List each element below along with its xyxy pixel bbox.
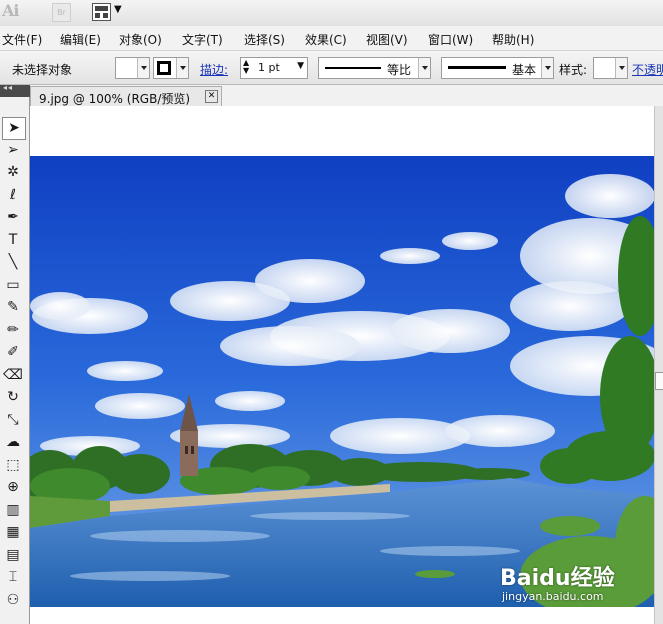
control-bar: 未选择对象 描边: ▲ ▼ 1 pt ▼ 等比 基本 样式: 不透明: [0, 51, 663, 85]
selection-status: 未选择对象: [12, 63, 73, 77]
pen-tool[interactable]: ✒: [2, 207, 24, 228]
menu-edit[interactable]: 编辑(E): [60, 31, 101, 48]
mesh-tool[interactable]: ▦: [2, 522, 24, 543]
magic-wand-tool[interactable]: ✲: [2, 162, 24, 183]
blob-brush-icon: ✐: [7, 344, 19, 360]
lasso-icon: ℓ: [10, 186, 16, 203]
menu-object[interactable]: 对象(O): [119, 31, 162, 48]
gradient-icon: ▤: [6, 546, 20, 563]
paintbrush-tool[interactable]: ✎: [2, 297, 24, 318]
bridge-button[interactable]: Br: [52, 3, 71, 22]
eraser-icon: ⌫: [3, 366, 23, 383]
stroke-swatch[interactable]: [153, 57, 189, 79]
close-icon[interactable]: ✕: [205, 90, 218, 103]
paintbrush-icon: ✎: [7, 299, 19, 315]
stroke-weight-value: 1 pt: [258, 61, 280, 74]
eraser-tool[interactable]: ⌫: [2, 365, 24, 386]
pencil-tool[interactable]: ✏: [2, 320, 24, 341]
magic-wand-icon: ✲: [7, 164, 19, 180]
gradient-tool[interactable]: ▤: [2, 545, 24, 566]
lasso-tool[interactable]: ℓ: [2, 185, 24, 206]
graph-icon: ▥: [6, 501, 20, 518]
shape-builder-icon: ⊕: [7, 479, 19, 495]
graphic-style-swatch[interactable]: [593, 57, 628, 79]
stroke-weight-field[interactable]: ▲ ▼ 1 pt ▼: [240, 57, 308, 79]
scale-tool[interactable]: ⤡: [2, 410, 24, 431]
stepper-icon[interactable]: ▲ ▼: [243, 59, 249, 75]
warp-tool[interactable]: ☁: [2, 432, 24, 453]
menu-type[interactable]: 文字(T): [182, 31, 223, 48]
brush-label: 基本: [512, 63, 537, 77]
tools-panel-header[interactable]: ◂◂: [0, 83, 30, 97]
warp-icon: ☁: [6, 434, 20, 450]
selection-tool[interactable]: ➤: [2, 117, 26, 140]
menu-bar: 文件(F) 编辑(E) 对象(O) 文字(T) 选择(S) 效果(C) 视图(V…: [0, 26, 663, 51]
rectangle-icon: ▭: [6, 276, 20, 293]
brush-definition[interactable]: 基本: [441, 57, 554, 79]
variable-width-profile[interactable]: 等比: [318, 57, 431, 79]
landscape-photo: [30, 156, 654, 607]
shape-builder-tool[interactable]: ⊕: [2, 477, 24, 498]
pencil-icon: ✏: [7, 321, 19, 338]
menu-view[interactable]: 视图(V): [366, 31, 408, 48]
menu-window[interactable]: 窗口(W): [428, 31, 473, 48]
free-transform-tool[interactable]: ⬚: [2, 455, 24, 476]
blob-brush-tool[interactable]: ✐: [2, 342, 24, 363]
eyedropper-tool[interactable]: ⌶: [2, 567, 24, 588]
blend-icon: ⚇: [6, 591, 20, 608]
blend-tool[interactable]: ⚇: [2, 590, 24, 611]
fill-swatch[interactable]: [115, 57, 150, 79]
type-icon: T: [8, 231, 18, 248]
vertical-scrollbar[interactable]: [654, 106, 663, 624]
opacity-link[interactable]: 不透明: [632, 61, 663, 78]
arrange-documents-icon[interactable]: [92, 3, 111, 21]
stroke-color-icon: [157, 61, 171, 75]
watermark-main: Baidu经验: [500, 566, 615, 591]
variable-width-label: 等比: [387, 63, 412, 77]
document-tab[interactable]: 9.jpg @ 100% (RGB/预览) ✕: [30, 86, 222, 107]
pen-icon: ✒: [7, 209, 19, 225]
direct-selection-icon: ➢: [7, 141, 19, 158]
graph-tool[interactable]: ▥: [2, 500, 24, 521]
rotate-tool[interactable]: ↻: [2, 387, 24, 408]
chevron-down-icon[interactable]: ▼: [297, 61, 304, 71]
eyedropper-icon: ⌶: [8, 569, 18, 585]
watermark-url: jingyan.baidu.com: [502, 590, 604, 603]
free-transform-icon: ⬚: [6, 456, 20, 473]
direct-selection-tool[interactable]: ➢: [2, 140, 24, 161]
document-tab-title: 9.jpg @ 100% (RGB/预览): [39, 92, 191, 106]
rotate-icon: ↻: [7, 389, 19, 405]
collapse-icon[interactable]: ◂◂: [3, 83, 13, 92]
style-label: 样式:: [559, 63, 588, 77]
menu-help[interactable]: 帮助(H): [492, 31, 534, 48]
arrange-dropdown-caret-icon[interactable]: ▼: [114, 4, 122, 15]
menu-select[interactable]: 选择(S): [244, 31, 285, 48]
line-tool[interactable]: ╲: [2, 252, 24, 273]
type-tool[interactable]: T: [2, 230, 24, 251]
rectangle-tool[interactable]: ▭: [2, 275, 24, 296]
scale-icon: ⤡: [7, 411, 19, 428]
menu-file[interactable]: 文件(F): [2, 31, 42, 48]
mesh-icon: ▦: [6, 524, 20, 540]
application-bar: Ai Br ▼: [0, 0, 663, 26]
placed-image[interactable]: [30, 156, 654, 607]
menu-effect[interactable]: 效果(C): [305, 31, 347, 48]
selection-icon: ➤: [8, 120, 20, 136]
app-logo: Ai: [2, 1, 19, 20]
stroke-panel-link[interactable]: 描边:: [200, 61, 228, 78]
line-icon: ╲: [8, 254, 18, 270]
tools-panel: ➤ ➢ ✲ ℓ ✒ T ╲ ▭ ✎ ✏ ✐ ⌫ ↻ ⤡ ☁ ⬚ ⊕ ▥ ▦ ▤ ⌶ ⚇: [0, 97, 30, 624]
scrollbar-thumb[interactable]: [655, 372, 663, 390]
